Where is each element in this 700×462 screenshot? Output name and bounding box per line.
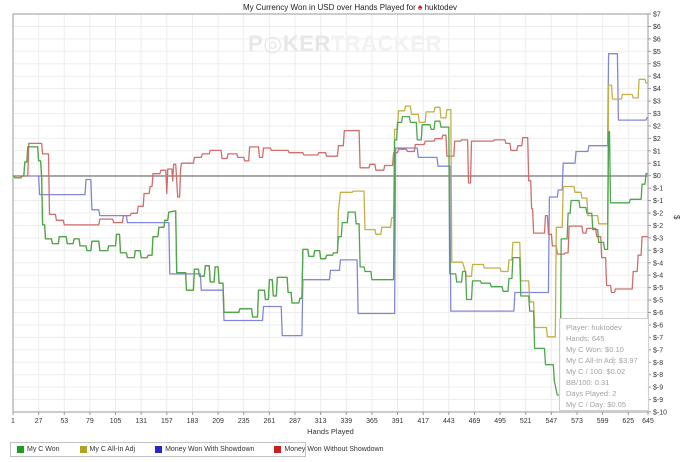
svg-text:209: 209 — [212, 418, 224, 425]
legend-swatch-icon — [155, 446, 163, 453]
legend-label: Money Won With Showdown — [165, 446, 255, 453]
svg-text:547: 547 — [546, 418, 558, 425]
svg-text:$-10: $-10 — [653, 410, 667, 417]
legend-item: My C All-In Adj — [79, 446, 136, 453]
svg-text:$-2: $-2 — [653, 211, 663, 218]
svg-text:$-3: $-3 — [653, 248, 663, 255]
svg-text:$-8: $-8 — [653, 360, 663, 367]
svg-text:$3: $3 — [653, 99, 661, 106]
svg-text:$-6: $-6 — [653, 322, 663, 329]
svg-text:573: 573 — [571, 418, 583, 425]
svg-text:$4: $4 — [653, 86, 661, 93]
legend-item: Money Won Without Showdown — [274, 446, 384, 453]
stats-line: Player: huktodev — [566, 323, 622, 332]
series-line — [12, 78, 649, 338]
svg-text:$5: $5 — [653, 61, 661, 68]
svg-text:$0: $0 — [653, 173, 661, 180]
series-line — [12, 53, 649, 337]
svg-text:$2: $2 — [653, 136, 661, 143]
svg-text:$-5: $-5 — [653, 285, 663, 292]
svg-text:$6: $6 — [653, 24, 661, 31]
svg-text:$2: $2 — [653, 123, 661, 130]
legend-item: Money Won With Showdown — [155, 446, 254, 453]
svg-text:645: 645 — [642, 418, 654, 425]
svg-text:313: 313 — [315, 418, 327, 425]
svg-text:365: 365 — [366, 418, 378, 425]
svg-text:391: 391 — [392, 418, 404, 425]
svg-text:$1: $1 — [653, 148, 661, 155]
svg-text:$-4: $-4 — [653, 273, 663, 280]
svg-text:235: 235 — [238, 418, 250, 425]
svg-text:599: 599 — [597, 418, 609, 425]
svg-text:261: 261 — [264, 418, 276, 425]
svg-text:1: 1 — [11, 418, 15, 425]
stats-line: My C / 100: $0.02 — [566, 367, 626, 376]
svg-text:$3: $3 — [653, 111, 661, 118]
svg-text:625: 625 — [622, 418, 634, 425]
series-line — [12, 115, 649, 396]
series-line — [12, 129, 649, 294]
legend-label: Money Won Without Showdown — [284, 446, 384, 453]
legend-label: My C All-In Adj — [89, 446, 136, 453]
svg-text:$-6: $-6 — [653, 310, 663, 317]
svg-text:417: 417 — [417, 418, 429, 425]
poker-tracker-graph-window: My Currency Won in USD over Hands Played… — [0, 0, 700, 462]
svg-text:$: $ — [672, 215, 681, 220]
svg-text:$-3: $-3 — [653, 235, 663, 242]
stats-line: BB/100: 0.31 — [566, 378, 610, 387]
svg-text:$5: $5 — [653, 49, 661, 56]
svg-text:$4: $4 — [653, 74, 661, 81]
svg-text:$7: $7 — [653, 12, 661, 19]
svg-text:$-1: $-1 — [653, 186, 663, 193]
svg-text:$-9: $-9 — [653, 397, 663, 404]
svg-text:105: 105 — [110, 418, 122, 425]
svg-text:$-4: $-4 — [653, 260, 663, 267]
stats-box: Player: huktodev Hands: 645 My C Won: $0.1… — [559, 318, 649, 411]
stats-line: Days Played: 2 — [566, 389, 617, 398]
stats-line: My C Won: $0.10 — [566, 345, 624, 354]
svg-text:469: 469 — [469, 418, 481, 425]
svg-text:79: 79 — [86, 418, 94, 425]
legend: My C Won My C All-In Adj Money Won With Sh… — [10, 442, 384, 457]
svg-text:183: 183 — [187, 418, 199, 425]
svg-text:495: 495 — [494, 418, 506, 425]
svg-text:$-2: $-2 — [653, 223, 663, 230]
stats-line: Hands: 645 — [566, 334, 605, 343]
svg-text:$-9: $-9 — [653, 385, 663, 392]
svg-text:27: 27 — [35, 418, 43, 425]
stats-line: My C All-In Adj: $3.97 — [566, 356, 638, 365]
svg-text:$1: $1 — [653, 161, 661, 168]
legend-swatch-icon — [274, 446, 282, 453]
svg-text:$-8: $-8 — [653, 372, 663, 379]
svg-text:$-7: $-7 — [653, 335, 663, 342]
svg-text:$-5: $-5 — [653, 298, 663, 305]
pokertracker-watermark: P◎KERTRACKER — [248, 31, 442, 56]
svg-text:Hands Played: Hands Played — [307, 427, 354, 436]
svg-text:53: 53 — [60, 418, 68, 425]
svg-text:521: 521 — [520, 418, 532, 425]
svg-text:443: 443 — [443, 418, 455, 425]
legend-swatch-icon — [17, 446, 24, 453]
svg-text:131: 131 — [135, 418, 147, 425]
legend-label: My C Won — [27, 446, 60, 453]
svg-text:287: 287 — [289, 418, 301, 425]
svg-text:339: 339 — [340, 418, 352, 425]
svg-text:157: 157 — [161, 418, 173, 425]
svg-text:$6: $6 — [653, 36, 661, 43]
legend-swatch-icon — [79, 446, 87, 453]
svg-text:$-1: $-1 — [653, 198, 663, 205]
stats-line: My C / Day: $0.05 — [566, 400, 627, 409]
legend-item: My C Won — [17, 446, 60, 453]
svg-text:$-7: $-7 — [653, 347, 663, 354]
